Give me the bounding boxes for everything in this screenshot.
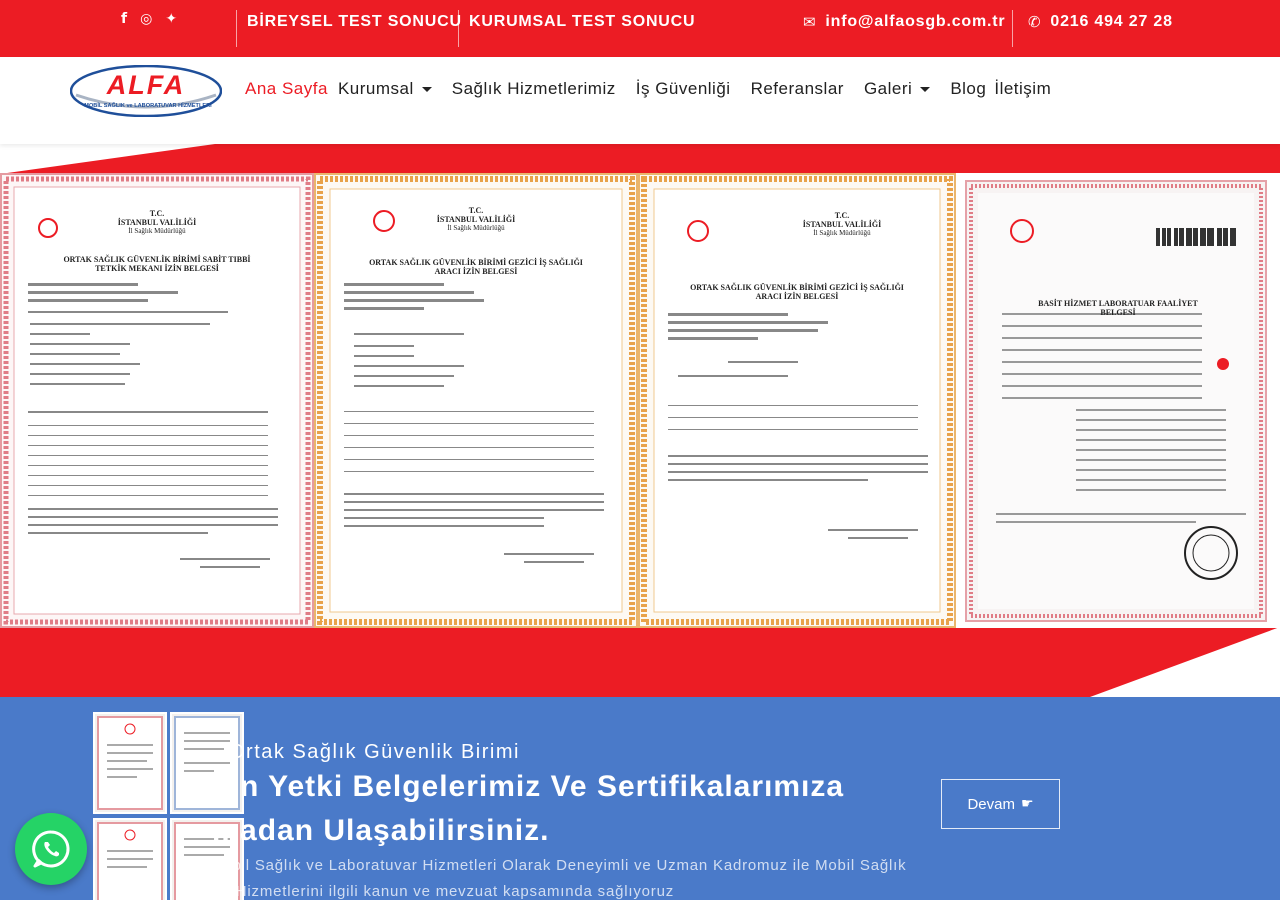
caret-down-icon bbox=[920, 86, 931, 92]
nav-item-blog[interactable]: Blog bbox=[950, 79, 986, 99]
corporate-test-result-link[interactable]: KURUMSAL TEST SONUCU bbox=[469, 13, 695, 31]
promo-section: Ortak Sağlık Güvenlik Birimi ...n Yetki … bbox=[0, 697, 1280, 900]
certificate-org: İSTANBUL VALİLİĞİ bbox=[802, 220, 882, 229]
phone-icon: ✆ bbox=[1028, 13, 1042, 31]
promo-subtitle: Ortak Sağlık Güvenlik Birimi bbox=[229, 741, 520, 763]
certificate-header: T.C. bbox=[834, 211, 850, 220]
certificate-3: T.C. İSTANBUL VALİLİĞİ İl Sağlık Müdürlü… bbox=[638, 173, 956, 628]
pointing-hand-icon: ☛ bbox=[1020, 796, 1034, 812]
promo-description: Alfa Mobil Sağlık ve Laboratuvar Hizmetl… bbox=[176, 857, 907, 900]
svg-text:ALFA: ALFA bbox=[106, 70, 186, 100]
certificates-image: T.C. İSTANBUL VALİLİĞİ İl Sağlık Müdürlü… bbox=[0, 173, 1280, 628]
divider bbox=[236, 10, 237, 47]
decorative-wedge bbox=[1090, 627, 1280, 697]
certificate-thumbnail bbox=[93, 818, 167, 900]
nav-item-home[interactable]: Ana Sayfa bbox=[245, 79, 328, 99]
divider bbox=[458, 10, 459, 47]
certificate-1: T.C. İSTANBUL VALİLİĞİ İl Sağlık Müdürlü… bbox=[0, 173, 314, 628]
promo-headline: ...n Yetki Belgelerimiz Ve Sertifikaları… bbox=[212, 770, 845, 847]
certificate-title: ORTAK SAĞLIK GÜVENLİK BİRİMİ GEZİCİ İŞ S… bbox=[690, 283, 904, 301]
envelope-icon: ✉ bbox=[803, 13, 817, 31]
nav-menu: Ana Sayfa Kurumsal Sağlık Hizmetlerimiz … bbox=[245, 79, 1071, 99]
main-navbar: ALFA MOBİL SAĞLIK ve LABORATUVAR HİZMETL… bbox=[0, 57, 1280, 144]
facebook-icon[interactable]: f bbox=[121, 11, 127, 27]
svg-text:MOBİL SAĞLIK ve LABORATUVAR Hİ: MOBİL SAĞLIK ve LABORATUVAR HİZMETLERİ bbox=[84, 101, 212, 109]
email-text: info@alfaosgb.com.tr bbox=[825, 13, 1006, 30]
alfa-logo[interactable]: ALFA MOBİL SAĞLIK ve LABORATUVAR HİZMETL… bbox=[69, 64, 223, 118]
nav-item-gallery[interactable]: Galeri bbox=[864, 79, 931, 99]
carousel-indicator[interactable] bbox=[1217, 358, 1229, 370]
certificate-4: BASİT HİZMET LABORATUAR FAALİYET BELGESİ bbox=[956, 173, 1280, 628]
nav-item-health-services[interactable]: Sağlık Hizmetlerimiz bbox=[452, 79, 616, 99]
nav-item-corporate[interactable]: Kurumsal bbox=[338, 79, 432, 99]
email-link[interactable]: ✉ info@alfaosgb.com.tr bbox=[803, 13, 1005, 31]
certificate-header: T.C. bbox=[468, 206, 484, 215]
certificate-thumbnail bbox=[93, 712, 167, 814]
certificate-title: ORTAK SAĞLIK GÜVENLİK BİRİMİ GEZİCİ İŞ S… bbox=[369, 258, 583, 276]
certificate-dept: İl Sağlık Müdürlüğü bbox=[447, 224, 505, 232]
whatsapp-icon bbox=[32, 830, 70, 868]
phone-text: 0216 494 27 28 bbox=[1050, 13, 1173, 30]
certificate-title: ORTAK SAĞLIK GÜVENLİK BİRİMİ SABİT TIBBİ… bbox=[63, 255, 251, 273]
divider bbox=[1012, 10, 1013, 47]
certificate-org: İSTANBUL VALİLİĞİ bbox=[117, 218, 197, 227]
nav-item-work-safety[interactable]: İş Güvenliği bbox=[636, 79, 731, 99]
certificate-header: T.C. bbox=[149, 209, 165, 218]
twitter-icon[interactable]: ✦ bbox=[165, 11, 177, 27]
certificate-org: İSTANBUL VALİLİĞİ bbox=[436, 215, 516, 224]
social-links: f ◎ ✦ bbox=[121, 11, 177, 27]
instagram-icon[interactable]: ◎ bbox=[140, 11, 152, 27]
decorative-wedge bbox=[0, 144, 215, 174]
certificate-dept: İl Sağlık Müdürlüğü bbox=[813, 229, 871, 237]
certificate-2: T.C. İSTANBUL VALİLİĞİ İl Sağlık Müdürlü… bbox=[314, 173, 638, 628]
continue-button-label: Devam bbox=[967, 795, 1015, 813]
top-bar: f ◎ ✦ BİREYSEL TEST SONUCU KURUMSAL TEST… bbox=[0, 0, 1280, 57]
individual-test-result-link[interactable]: BİREYSEL TEST SONUCU bbox=[247, 13, 462, 31]
whatsapp-button[interactable] bbox=[15, 813, 87, 885]
certificate-title: BASİT HİZMET LABORATUAR FAALİYET BELGESİ bbox=[1038, 299, 1198, 317]
continue-button[interactable]: Devam ☛ bbox=[941, 779, 1060, 829]
nav-item-contact[interactable]: İletişim bbox=[994, 79, 1051, 99]
hero-banner: T.C. İSTANBUL VALİLİĞİ İl Sağlık Müdürlü… bbox=[0, 144, 1280, 697]
certificate-dept: İl Sağlık Müdürlüğü bbox=[128, 227, 186, 235]
caret-down-icon bbox=[421, 86, 432, 92]
phone-link[interactable]: ✆ 0216 494 27 28 bbox=[1028, 13, 1173, 31]
nav-item-references[interactable]: Referanslar bbox=[751, 79, 844, 99]
